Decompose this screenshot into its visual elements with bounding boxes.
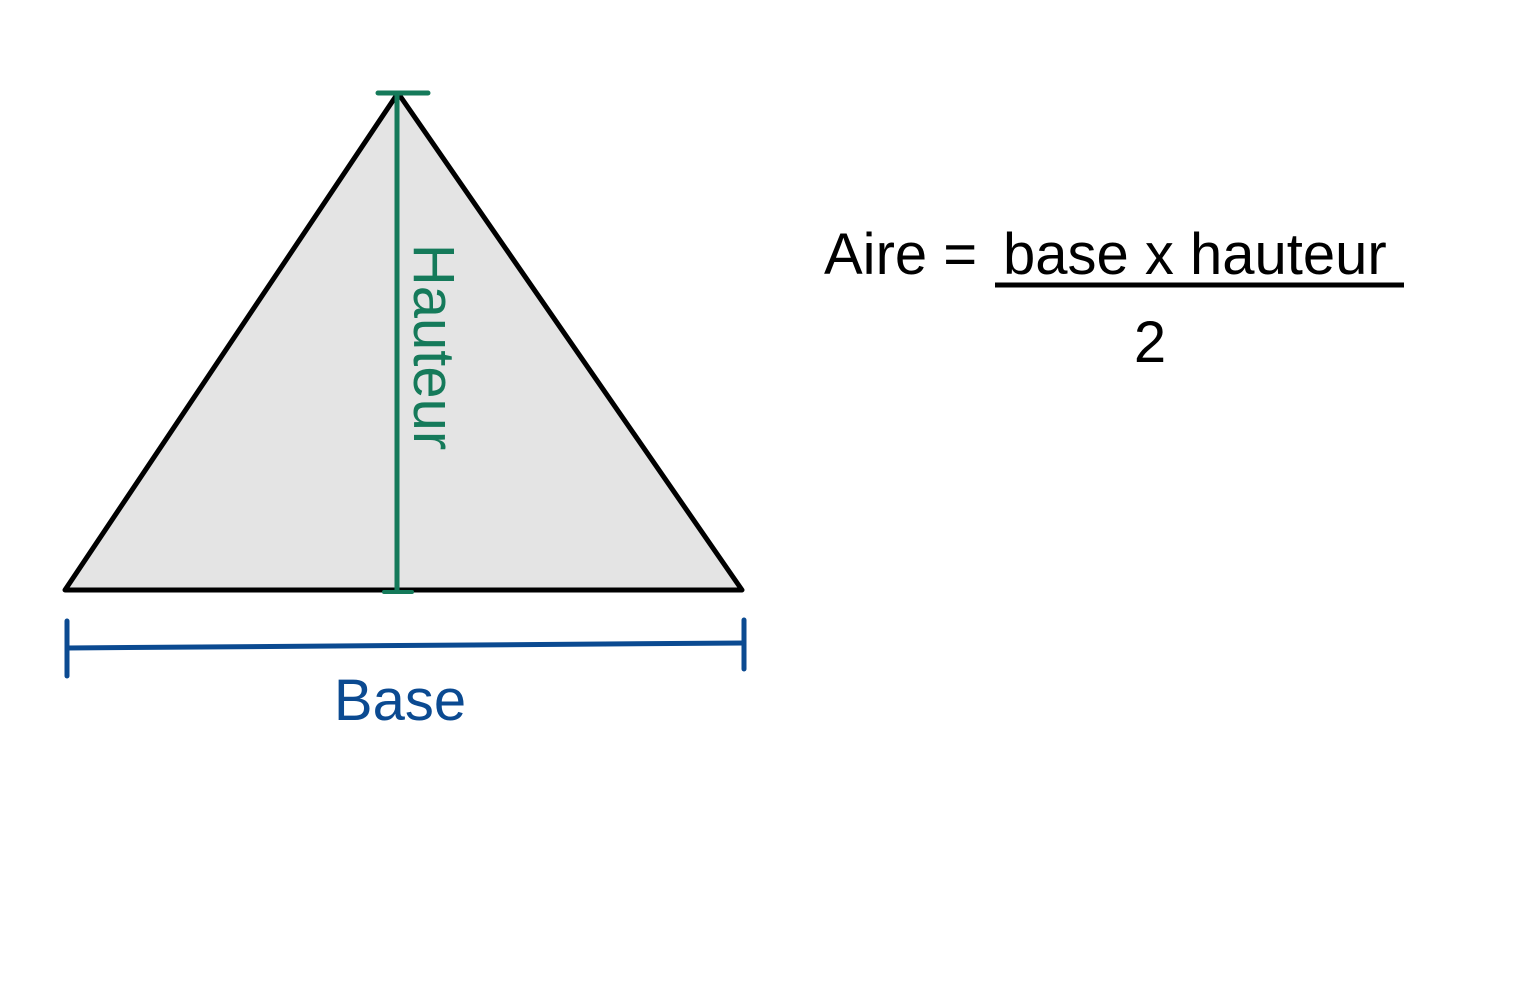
formula-numerator: base x hauteur	[1003, 222, 1387, 287]
formula-denominator: 2	[1134, 310, 1166, 375]
formula-lhs: Aire =	[824, 222, 977, 287]
base-label: Base	[334, 668, 466, 733]
base-line	[66, 640, 745, 651]
area-formula: Aire = base x hauteur 2	[824, 222, 1404, 375]
triangle-area-diagram: Hauteur Base Aire = base x hauteur 2	[62, 90, 1404, 733]
height-label: Hauteur	[401, 244, 466, 450]
